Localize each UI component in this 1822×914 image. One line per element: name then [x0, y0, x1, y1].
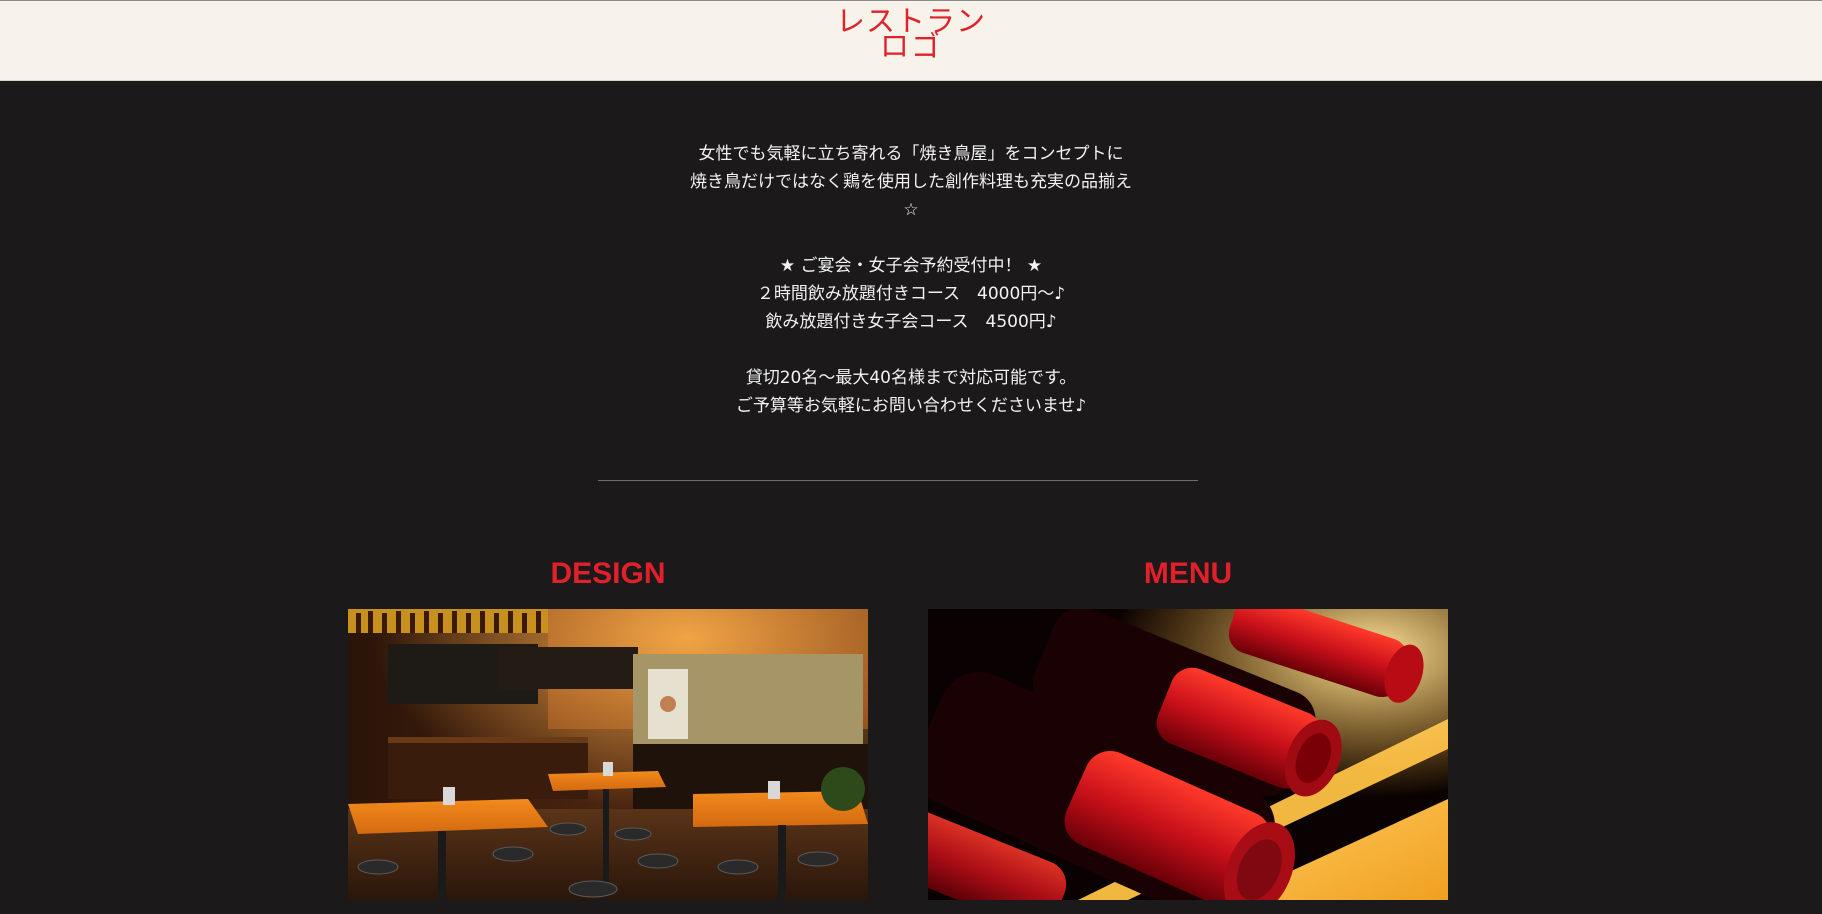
intro-line: 女性でも気軽に立ち寄れる「焼き鳥屋」をコンセプトに: [698, 144, 1124, 164]
intro-line: ご予算等お気軽にお問い合わせくださいませ♪: [735, 396, 1087, 416]
section-divider: [598, 480, 1198, 481]
site-header: レストラン ロゴ: [0, 0, 1822, 81]
logo-line-2: ロゴ: [879, 29, 942, 63]
intro-line: ★ ご宴会・女子会予約受付中！ ★: [779, 256, 1043, 276]
intro-line: 貸切20名〜最大40名様まで対応可能です。: [745, 368, 1077, 388]
intro-line: 飲み放題付き女子会コース 4500円♪: [765, 312, 1057, 332]
menu-photo[interactable]: [928, 609, 1448, 900]
intro-text: 女性でも気軽に立ち寄れる「焼き鳥屋」をコンセプトに 焼き鳥だけではなく鶏を使用し…: [0, 140, 1822, 420]
design-title[interactable]: DESIGN: [348, 554, 868, 594]
intro-line: ２時間飲み放題付きコース 4000円〜♪: [756, 284, 1066, 304]
intro-line: 焼き鳥だけではなく鶏を使用した創作料理も充実の品揃え: [690, 172, 1132, 192]
menu-title[interactable]: MENU: [928, 554, 1448, 594]
restaurant-logo[interactable]: レストラン ロゴ: [0, 7, 1822, 63]
intro-blank-line: [0, 224, 1822, 252]
design-photo[interactable]: [348, 609, 868, 900]
intro-line: ☆: [903, 200, 919, 220]
intro-blank-line: [0, 336, 1822, 364]
